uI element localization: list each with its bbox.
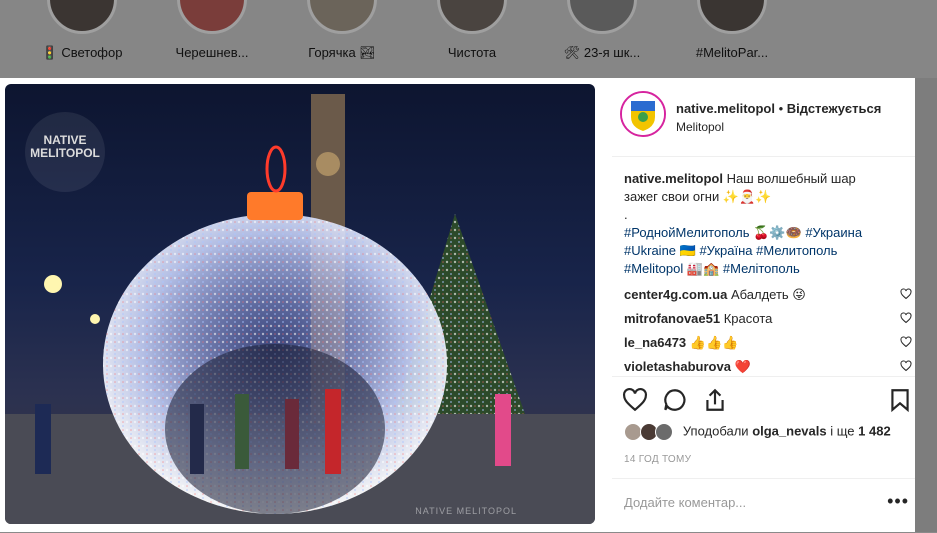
bookmark-icon[interactable] (887, 387, 913, 413)
story-avatar[interactable] (567, 0, 637, 34)
username-link[interactable]: native.melitopol (676, 101, 775, 116)
location-link[interactable]: Melitopol (676, 120, 724, 134)
story-avatar[interactable] (307, 0, 377, 34)
heart-icon[interactable] (900, 360, 912, 372)
hashtag-link[interactable]: #Ukraine 🇺🇦 (624, 243, 696, 258)
coat-of-arms-icon (622, 93, 664, 135)
post-photo[interactable]: NATIVE MELITOPOL NATIVE MELITOPOL (5, 84, 595, 524)
story-avatar[interactable] (697, 0, 767, 34)
post-timestamp[interactable]: 14 ГОД ТОМУ (624, 454, 691, 465)
comment-item: violetashaburova ❤️ (624, 358, 912, 376)
story-label: Черешнев... (175, 45, 249, 60)
story-label: 🚦 Светофор (41, 45, 123, 60)
comment-username[interactable]: mitrofanovae51 (624, 311, 720, 326)
hashtag-link[interactable]: #Украина (805, 225, 862, 240)
caption: native.melitopol Наш волшебный шар зажег… (624, 170, 912, 206)
watermark-text: NATIVE MELITOPOL (415, 506, 517, 516)
share-icon[interactable] (702, 387, 728, 413)
comments-section: native.melitopol Наш волшебный шар зажег… (624, 170, 912, 382)
follow-button[interactable]: Відстежується (787, 101, 882, 116)
comment-item: le_na6473 👍👍👍 (624, 334, 912, 352)
stories-strip: 🚦 Светофор Черешнев... Горячка 🏞 Чистота… (0, 0, 937, 78)
liker-avatar (655, 423, 674, 441)
likes-summary: Уподобали olga_nevals і ще 1 482 (624, 423, 891, 441)
story-avatar[interactable] (437, 0, 507, 34)
caption-username[interactable]: native.melitopol (624, 171, 723, 186)
hashtag-line: #Ukraine 🇺🇦 #Україна #Мелитополь (624, 242, 912, 260)
comment-username[interactable]: le_na6473 (624, 335, 686, 350)
add-comment-box: Додайте коментар... ••• (612, 478, 915, 533)
action-bar (612, 376, 915, 427)
hashtag-link[interactable]: #Україна (699, 243, 752, 258)
story-label: 🛠 23-я шк... (563, 45, 641, 60)
comment-text: Абалдеть 😜 (730, 287, 806, 302)
story-avatar[interactable] (47, 0, 117, 34)
post-author: native.melitopol • Відстежується (676, 101, 881, 116)
comment-text: 👍👍👍 (689, 335, 739, 350)
heart-icon[interactable] (622, 387, 648, 413)
story-label: #MelitoPar... (695, 45, 769, 60)
more-options-icon[interactable]: ••• (887, 491, 909, 512)
comment-text: ❤️ (734, 359, 751, 374)
separator: • (774, 101, 787, 116)
post-header: native.melitopol • Відстежується Melitop… (612, 78, 915, 157)
comment-icon[interactable] (662, 387, 688, 413)
comment-item: mitrofanovae51 Красота (624, 310, 912, 328)
story-avatar[interactable] (177, 0, 247, 34)
hashtag-line: #РоднойМелитополь 🍒⚙️🍩 #Украина (624, 224, 912, 242)
comment-username[interactable]: center4g.com.ua (624, 287, 727, 302)
hashtag-line: #Melitopol 🏭🏫 #Мелітополь (624, 260, 912, 278)
caption-dot: . (624, 207, 628, 222)
post-sidebar: native.melitopol • Відстежується Melitop… (612, 78, 915, 532)
story-label: Чистота (447, 45, 497, 60)
likes-prefix: Уподобали (682, 423, 753, 439)
heart-icon[interactable] (900, 312, 912, 324)
likes-count[interactable]: 1 482 (858, 423, 891, 438)
watermark-logo: NATIVE MELITOPOL (25, 112, 105, 192)
comment-input[interactable]: Додайте коментар... (624, 495, 746, 510)
user-avatar[interactable] (620, 91, 666, 137)
post-modal: NATIVE MELITOPOL NATIVE MELITOPOL native… (0, 78, 915, 532)
comment-text: Красота (723, 311, 773, 326)
hashtag-link[interactable]: #РоднойМелитополь 🍒⚙️🍩 (624, 225, 802, 240)
heart-icon[interactable] (900, 288, 912, 300)
heart-icon[interactable] (900, 336, 912, 348)
comment-username[interactable]: violetashaburova (624, 359, 731, 374)
comment-item: center4g.com.ua Абалдеть 😜 (624, 286, 912, 304)
liker-username[interactable]: olga_nevals (752, 423, 826, 438)
page-edge (915, 78, 937, 532)
hashtag-link[interactable]: #Melitopol 🏭🏫 (624, 261, 719, 276)
hashtag-link[interactable]: #Мелитополь (756, 243, 837, 258)
hashtag-link[interactable]: #Мелітополь (723, 261, 800, 276)
likes-mid: і ще (826, 423, 859, 439)
story-label: Горячка 🏞 (308, 45, 376, 60)
